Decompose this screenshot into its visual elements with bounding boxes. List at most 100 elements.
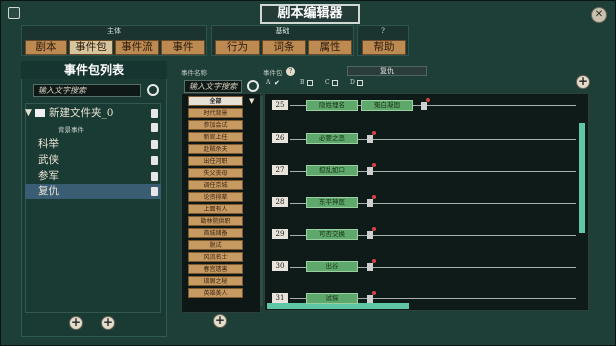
editor-window: 剧本编辑器 ✕ 主体 剧本 事件包 事件流 事件 基础 行为 词条 属性 ? 帮… xyxy=(0,0,616,346)
tag-list-scrollbar[interactable] xyxy=(260,96,263,306)
canvas-scrollbar[interactable] xyxy=(579,123,585,233)
tree-item-keju[interactable]: 科举 xyxy=(25,137,161,152)
event-tag[interactable]: 时代背景 xyxy=(188,108,243,118)
event-tag[interactable]: 春宫遗害 xyxy=(188,264,243,274)
tree-folder[interactable]: ▼ 新建文件夹_0 xyxy=(25,106,161,121)
delete-icon[interactable] xyxy=(151,140,158,149)
event-tag[interactable]: 调任京城 xyxy=(188,180,243,190)
tag-dropdown-icon[interactable]: ▼ xyxy=(249,97,254,105)
delete-icon[interactable] xyxy=(151,172,158,181)
filter-label: D xyxy=(350,79,355,86)
add-folder-icon[interactable]: + xyxy=(69,316,83,330)
row-number: 25 xyxy=(272,100,288,110)
toolbar-group-main: 主体 剧本 事件包 事件流 事件 xyxy=(21,25,207,56)
event-tag[interactable]: 参加会试 xyxy=(188,120,243,130)
event-node[interactable]: 搅乱如口 xyxy=(306,165,358,176)
event-tag[interactable]: 新官上任 xyxy=(188,132,243,142)
help-icon: ? xyxy=(381,27,385,35)
tree-item-label: 复仇 xyxy=(38,185,59,197)
event-tag[interactable]: 勘林院供职 xyxy=(188,216,243,226)
event-node[interactable]: 出谷 xyxy=(306,261,358,272)
event-node[interactable]: 隐姓埋名 xyxy=(306,100,358,111)
warning-dot-icon xyxy=(372,291,376,295)
current-pack-field[interactable]: 复仇 xyxy=(347,66,427,76)
delete-icon[interactable] xyxy=(367,231,373,239)
event-node[interactable]: 可否交换 xyxy=(306,229,358,240)
add-row-icon[interactable]: + xyxy=(576,75,590,89)
row-number: 30 xyxy=(272,261,288,271)
event-tag[interactable]: 出任河职 xyxy=(188,156,243,166)
save-icon[interactable] xyxy=(8,7,20,19)
row-number: 28 xyxy=(272,197,288,207)
event-node[interactable]: 试探 xyxy=(306,293,358,304)
event-tag[interactable]: 首城储备 xyxy=(188,228,243,238)
event-tag[interactable]: 论资排辈 xyxy=(188,192,243,202)
window-title: 剧本编辑器 xyxy=(260,4,360,24)
event-node[interactable]: 必要之恶 xyxy=(306,133,358,144)
event-tag[interactable]: 英雄美人 xyxy=(188,288,243,298)
event-search-input[interactable]: 输入文字搜索 xyxy=(184,80,242,93)
event-tag[interactable]: 失父丧母 xyxy=(188,168,243,178)
warning-dot-icon xyxy=(372,131,376,135)
delete-icon[interactable] xyxy=(151,109,158,118)
filter-label: A xyxy=(266,79,271,86)
event-tag[interactable]: 风流名士 xyxy=(188,252,243,262)
tree-item-wuxia[interactable]: 武侠 xyxy=(25,153,161,168)
tab-event-flow[interactable]: 事件流 xyxy=(115,40,159,55)
pack-tree xyxy=(25,103,161,313)
checkbox-checked-icon[interactable]: ✔ xyxy=(274,79,280,87)
tag-all[interactable]: 全部 xyxy=(188,96,243,106)
add-event-icon[interactable]: + xyxy=(213,314,227,328)
toolbar-group-basic: 基础 行为 词条 属性 xyxy=(211,25,354,56)
close-icon[interactable]: ✕ xyxy=(591,7,607,23)
tab-behavior[interactable]: 行为 xyxy=(215,40,260,55)
delete-icon[interactable] xyxy=(367,199,373,207)
event-node[interactable]: 冤白凝固 xyxy=(361,100,413,111)
tree-item-fuchou[interactable]: 复仇 xyxy=(25,184,161,199)
search-icon[interactable] xyxy=(247,80,259,92)
filter-label: C xyxy=(325,79,330,86)
row-number: 27 xyxy=(272,165,288,175)
pack-search-input[interactable]: 输入文字搜索 xyxy=(33,84,141,97)
tree-item-label: 武侠 xyxy=(38,154,59,166)
row-number: 26 xyxy=(272,133,288,143)
add-pack-icon[interactable]: + xyxy=(101,316,115,330)
help-button[interactable]: 帮助 xyxy=(362,40,406,55)
delete-icon[interactable] xyxy=(421,102,427,110)
delete-icon[interactable] xyxy=(367,167,373,175)
tree-item-canjun[interactable]: 参军 xyxy=(25,169,161,184)
checkbox-icon[interactable] xyxy=(357,80,363,86)
event-tag[interactable]: 脱试 xyxy=(188,240,243,250)
delete-icon[interactable] xyxy=(367,135,373,143)
event-pack-label: 事件包 xyxy=(263,69,283,77)
tab-entries[interactable]: 词条 xyxy=(262,40,306,55)
warning-dot-icon xyxy=(372,259,376,263)
search-icon[interactable] xyxy=(147,84,159,96)
delete-icon[interactable] xyxy=(151,187,158,196)
event-tag[interactable]: 上面有人 xyxy=(188,204,243,214)
delete-icon[interactable] xyxy=(367,263,373,271)
tab-attributes[interactable]: 属性 xyxy=(308,40,352,55)
row-number: 31 xyxy=(272,293,288,303)
checkbox-icon[interactable] xyxy=(332,80,338,86)
warning-dot-icon xyxy=(426,98,430,102)
delete-icon[interactable] xyxy=(367,295,373,303)
toolbar-group-title: 基础 xyxy=(275,27,290,35)
warning-dot-icon xyxy=(372,163,376,167)
event-tag[interactable]: 赴贼杀夫 xyxy=(188,144,243,154)
toolbar-group-title: 主体 xyxy=(107,27,121,35)
delete-icon[interactable] xyxy=(151,156,158,165)
tree-child-label[interactable]: 背景事件 xyxy=(58,124,84,134)
event-node[interactable]: 东平神医 xyxy=(306,197,358,208)
toolbar-group-help: ? 帮助 xyxy=(357,25,409,56)
tab-event[interactable]: 事件 xyxy=(161,40,205,55)
tab-event-pack[interactable]: 事件包 xyxy=(69,40,113,55)
delete-icon[interactable] xyxy=(151,123,158,132)
tree-item-label: 参军 xyxy=(38,170,59,182)
event-pack-list-title: 事件包列表 xyxy=(21,61,167,79)
help-icon[interactable]: ? xyxy=(286,67,295,76)
expand-arrow-icon[interactable]: ▼ xyxy=(25,106,32,121)
event-tag[interactable]: 琐屑之秘 xyxy=(188,276,243,286)
checkbox-icon[interactable] xyxy=(307,80,313,86)
tab-script[interactable]: 剧本 xyxy=(25,40,67,55)
